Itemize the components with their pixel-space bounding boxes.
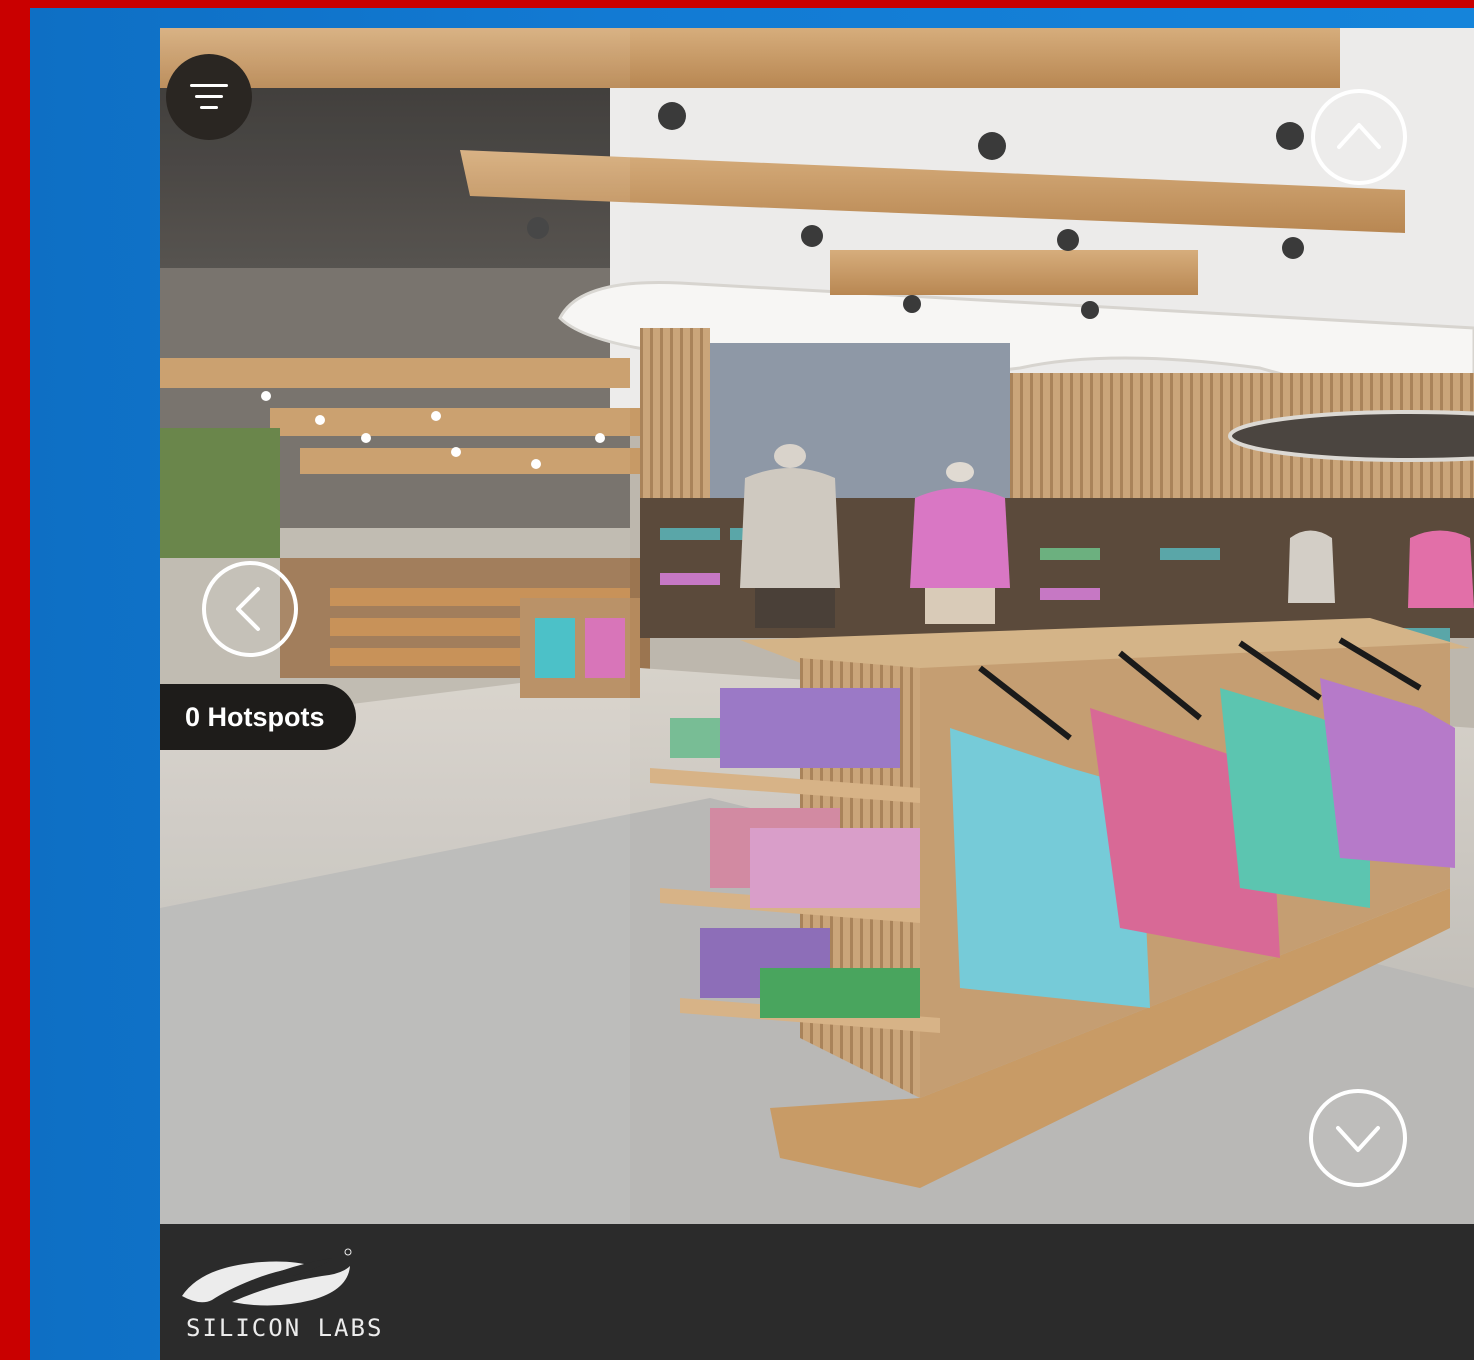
logo-text: SILICON LABS <box>186 1314 384 1342</box>
silicon-labs-logo[interactable]: SILICON LABS <box>172 1244 381 1348</box>
chevron-up-icon <box>1337 123 1381 149</box>
virtual-tour-viewer[interactable] <box>160 28 1474 1224</box>
nav-up-button[interactable] <box>1311 89 1407 185</box>
ceiling-beam <box>830 250 1198 295</box>
filter-menu-icon <box>166 54 252 140</box>
store-scene-image[interactable] <box>160 28 1474 1224</box>
menu-button[interactable] <box>166 54 252 140</box>
silicon-labs-swoosh-icon <box>182 1248 352 1306</box>
chevron-down-icon <box>1336 1126 1380 1152</box>
nav-down-button[interactable] <box>1309 1089 1407 1187</box>
hotspots-label: 0 Hotspots <box>185 701 325 732</box>
chevron-left-icon <box>236 587 260 631</box>
nav-left-button[interactable] <box>202 561 298 657</box>
hotspots-counter-button[interactable]: 0 Hotspots <box>160 684 356 750</box>
